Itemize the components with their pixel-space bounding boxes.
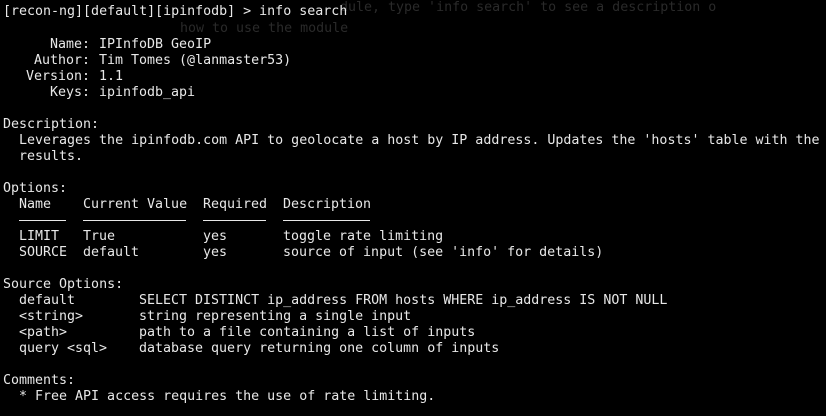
option-name: LIMIT bbox=[19, 229, 60, 244]
info-author-value: Tim Tomes (@lanmaster53) bbox=[99, 53, 292, 68]
options-header-name: Name bbox=[19, 197, 52, 212]
options-header-required-underline bbox=[203, 220, 266, 221]
option-required: yes bbox=[203, 229, 228, 244]
option-description: source of input (see 'info' for details) bbox=[283, 245, 604, 260]
source-options-heading: Source Options: bbox=[3, 277, 124, 292]
options-header-name-underline bbox=[19, 220, 66, 221]
ghost-text-line-1: dule, type 'info search' to see a descri… bbox=[340, 0, 717, 15]
source-option-value: path to a file containing a list of inpu… bbox=[139, 325, 476, 340]
option-name: SOURCE bbox=[19, 245, 68, 260]
option-description: toggle rate limiting bbox=[283, 229, 444, 244]
info-version-label: Version: bbox=[26, 69, 91, 84]
options-header-description-underline bbox=[283, 220, 370, 221]
terminal-window[interactable]: dule, type 'info search' to see a descri… bbox=[0, 0, 826, 416]
options-heading: Options: bbox=[3, 181, 68, 196]
options-header-current-value-underline bbox=[83, 220, 186, 221]
source-option-value: SELECT DISTINCT ip_address FROM hosts WH… bbox=[139, 293, 668, 308]
info-keys-value: ipinfodb_api bbox=[99, 85, 196, 100]
source-option-key: query <sql> bbox=[19, 341, 108, 356]
info-version-value: 1.1 bbox=[99, 69, 124, 84]
option-current-value: default bbox=[83, 245, 140, 260]
description-line-2: results. bbox=[19, 149, 84, 164]
source-option-value: string representing a single input bbox=[139, 309, 412, 324]
option-required: yes bbox=[203, 245, 228, 260]
source-option-value: database query returning one column of i… bbox=[139, 341, 500, 356]
source-option-key: <path> bbox=[19, 325, 68, 340]
description-line-1: Leverages the ipinfodb.com API to geoloc… bbox=[19, 133, 820, 148]
options-header-current-value: Current Value bbox=[83, 197, 188, 212]
option-current-value: True bbox=[83, 229, 116, 244]
options-header-required: Required bbox=[203, 197, 268, 212]
options-header-description: Description bbox=[283, 197, 372, 212]
source-option-key: default bbox=[19, 293, 76, 308]
source-option-key: <string> bbox=[19, 309, 84, 324]
description-heading: Description: bbox=[3, 117, 100, 132]
info-author-label: Author: bbox=[34, 53, 91, 68]
command-prompt: [recon-ng][default][ipinfodb] > info sea… bbox=[3, 4, 348, 19]
info-name-label: Name: bbox=[50, 37, 91, 52]
comments-line-1: * Free API access requires the use of ra… bbox=[19, 389, 436, 404]
comments-heading: Comments: bbox=[3, 373, 76, 388]
ghost-text-line-2: how to use the module bbox=[180, 21, 349, 36]
info-keys-label: Keys: bbox=[50, 85, 91, 100]
info-name-value: IPInfoDB GeoIP bbox=[99, 37, 212, 52]
